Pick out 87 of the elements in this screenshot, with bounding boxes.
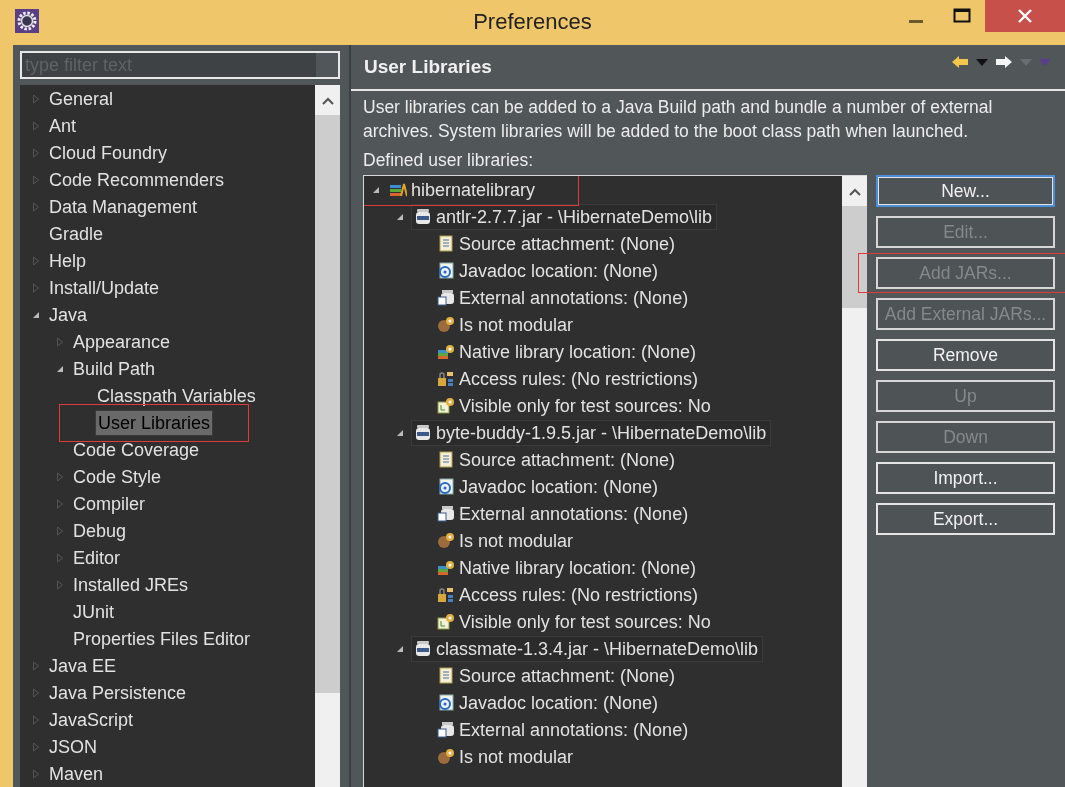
collapsed-arrow-icon[interactable]: [56, 525, 64, 536]
collapsed-arrow-icon[interactable]: [32, 768, 40, 779]
forward-arrow-icon[interactable]: [995, 55, 1013, 69]
collapsed-arrow-icon[interactable]: [56, 552, 64, 563]
tree-item[interactable]: External annotations: (None): [459, 502, 689, 525]
tree-item[interactable]: Source attachment: (None): [459, 232, 676, 255]
tree-item[interactable]: Install/Update: [47, 275, 162, 300]
tree-item[interactable]: Visible only for test sources: No: [459, 394, 711, 417]
collapsed-arrow-icon[interactable]: [32, 687, 40, 698]
tree-item[interactable]: Debug: [71, 518, 129, 543]
minimize-icon: [909, 19, 923, 23]
tree-item[interactable]: Ant: [47, 113, 79, 138]
description-text: User libraries can be added to a Java Build path and bundle a number of external archives. System libraries will be added to the boot class path when launched.: [363, 96, 994, 143]
tree-item[interactable]: Javadoc location: (None): [459, 259, 659, 282]
tree-item[interactable]: Code Coverage: [71, 437, 202, 462]
scroll-thumb[interactable]: [315, 115, 340, 693]
tree-item[interactable]: Properties Files Editor: [71, 626, 253, 651]
close-button[interactable]: [985, 0, 1065, 32]
list-label: Defined user libraries:: [363, 149, 535, 172]
tree-item[interactable]: External annotations: (None): [459, 286, 689, 309]
collapsed-arrow-icon[interactable]: [32, 174, 40, 185]
scroll-up-icon[interactable]: [848, 188, 861, 196]
tree-item[interactable]: hibernatelibrary: [411, 178, 536, 201]
tree-item[interactable]: General: [47, 86, 116, 111]
action-button[interactable]: New...: [876, 175, 1055, 207]
tree-item[interactable]: Native library location: (None): [459, 340, 697, 363]
collapsed-arrow-icon[interactable]: [32, 741, 40, 752]
gear-icon: [15, 8, 39, 33]
collapsed-arrow-icon[interactable]: [32, 660, 40, 671]
close-icon: [1017, 8, 1033, 24]
tree-item[interactable]: Compiler: [71, 491, 148, 516]
tree-item[interactable]: Build Path: [71, 356, 158, 381]
tree-item[interactable]: Code Style: [71, 464, 164, 489]
tree-item[interactable]: Installed JREs: [71, 572, 191, 597]
tree-item[interactable]: Native library location: (None): [459, 556, 697, 579]
tree-item[interactable]: Is not modular: [459, 529, 574, 552]
tree-item[interactable]: Access rules: (No restrictions): [459, 583, 699, 606]
collapsed-arrow-icon[interactable]: [56, 498, 64, 509]
collapsed-arrow-icon[interactable]: [56, 471, 64, 482]
tree-item[interactable]: Javadoc location: (None): [459, 475, 659, 498]
tree-item[interactable]: Source attachment: (None): [459, 664, 676, 687]
tree-item[interactable]: Code Recommenders: [47, 167, 227, 192]
tree-item[interactable]: Java EE: [47, 653, 119, 678]
tree-item[interactable]: JUnit: [71, 599, 116, 624]
collapsed-arrow-icon[interactable]: [32, 93, 40, 104]
tree-item[interactable]: Appearance: [71, 329, 173, 354]
tree-item[interactable]: Javadoc location: (None): [459, 691, 659, 714]
back-arrow-icon[interactable]: [951, 55, 969, 69]
tree-item[interactable]: JSON: [47, 734, 99, 759]
tree-item[interactable]: Access rules: (No restrictions): [459, 367, 699, 390]
scroll-thumb[interactable]: [842, 206, 867, 308]
collapsed-arrow-icon[interactable]: [56, 579, 64, 590]
tree-item[interactable]: Cloud Foundry: [47, 140, 170, 165]
page-title: User Libraries: [364, 56, 492, 78]
maximize-icon: [953, 8, 971, 24]
scrollbar[interactable]: [842, 176, 867, 787]
tree-item[interactable]: Classpath Variables: [95, 383, 258, 408]
action-button[interactable]: Export...: [876, 503, 1055, 535]
tree-item[interactable]: Is not modular: [459, 313, 574, 336]
tree-item[interactable]: Gradle: [47, 221, 106, 246]
action-button[interactable]: Remove: [876, 339, 1055, 371]
tree-item[interactable]: Is not modular: [459, 745, 574, 768]
tree-item[interactable]: Visible only for test sources: No: [459, 610, 711, 633]
action-button[interactable]: Import...: [876, 462, 1055, 494]
menu-icon[interactable]: [1039, 58, 1051, 66]
tree-item[interactable]: Data Management: [47, 194, 200, 219]
tree-item[interactable]: User Libraries: [95, 409, 214, 436]
tree-item[interactable]: External annotations: (None): [459, 718, 689, 741]
tree-item[interactable]: Java: [47, 302, 90, 327]
tree-item[interactable]: Maven: [47, 761, 106, 786]
collapsed-arrow-icon[interactable]: [32, 282, 40, 293]
collapsed-arrow-icon[interactable]: [32, 147, 40, 158]
window-title: Preferences: [473, 9, 592, 35]
tree-item[interactable]: Editor: [71, 545, 123, 570]
tree-item[interactable]: JavaScript: [47, 707, 136, 732]
tree-item[interactable]: Source attachment: (None): [459, 448, 676, 471]
collapsed-arrow-icon[interactable]: [32, 201, 40, 212]
collapsed-arrow-icon[interactable]: [32, 120, 40, 131]
dropdown-icon[interactable]: [1020, 58, 1032, 66]
collapsed-arrow-icon[interactable]: [56, 336, 64, 347]
scrollbar[interactable]: [315, 85, 340, 787]
collapsed-arrow-icon[interactable]: [32, 255, 40, 266]
dropdown-icon[interactable]: [976, 58, 988, 66]
scroll-up-icon[interactable]: [321, 97, 334, 105]
tree-item[interactable]: Java Persistence: [47, 680, 189, 705]
tree-item[interactable]: Help: [47, 248, 89, 273]
collapsed-arrow-icon[interactable]: [32, 714, 40, 725]
